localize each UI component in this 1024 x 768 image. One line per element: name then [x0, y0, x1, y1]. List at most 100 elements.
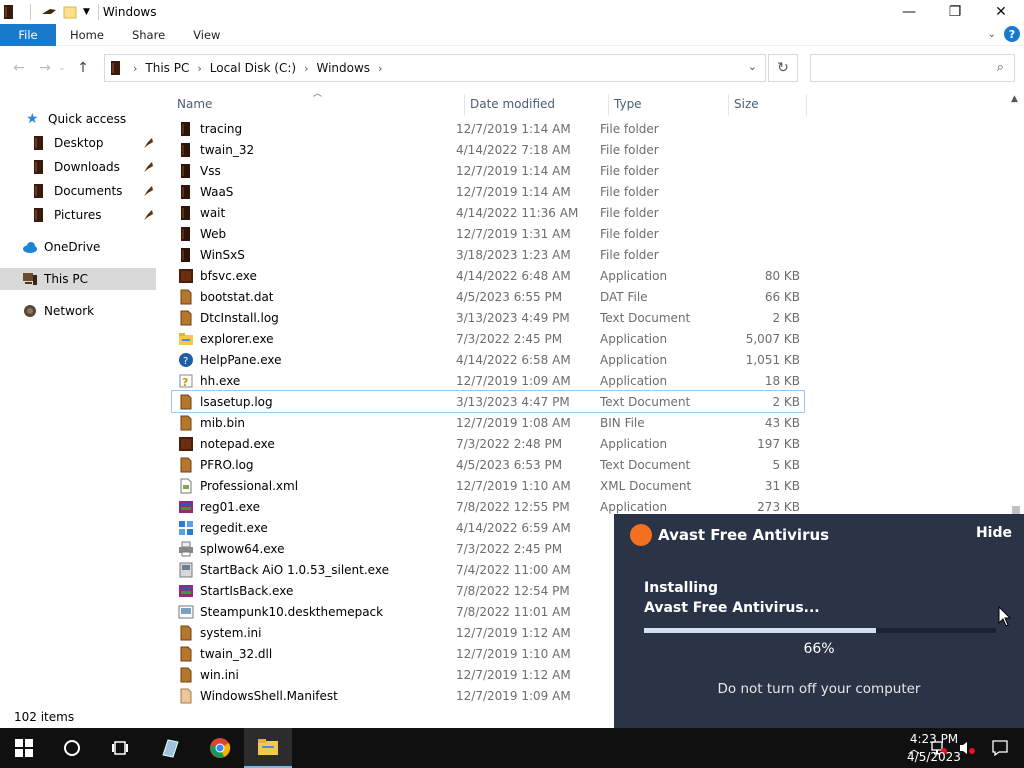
table-row[interactable]: Professional.xml 12/7/2019 1:10 AM XML Doc… [172, 475, 804, 496]
table-row[interactable]: bootstat.dat 4/5/2023 6:55 PM DAT File 66 K… [172, 286, 804, 307]
file-date: 12/7/2019 1:09 AM [456, 688, 571, 703]
file-size: 273 KB [757, 499, 800, 514]
table-row[interactable]: tracing 12/7/2019 1:14 AM File folder [172, 118, 804, 139]
refresh-button[interactable]: ↻ [768, 54, 798, 82]
breadcrumb-this-pc[interactable]: This PC [145, 61, 189, 75]
column-header-type[interactable]: Type [614, 92, 642, 116]
breadcrumb-windows[interactable]: Windows [316, 61, 370, 75]
expand-ribbon-icon[interactable]: ⌄ [988, 29, 996, 40]
table-row[interactable]: ? hh.exe 12/7/2019 1:09 AM Application 18 KB [172, 370, 804, 391]
search-input[interactable]: ⌕ [810, 54, 1015, 82]
table-row[interactable]: explorer.exe 7/3/2022 2:45 PM Application 5… [172, 328, 804, 349]
hide-button[interactable]: Hide [976, 525, 1012, 541]
table-row[interactable]: PFRO.log 4/5/2023 6:53 PM Text Document 5 K… [172, 454, 804, 475]
cloud-icon [23, 242, 37, 253]
file-type: Text Document [600, 457, 691, 472]
file-date: 7/3/2022 2:48 PM [456, 436, 563, 451]
xml-icon [178, 478, 194, 494]
maximize-button[interactable]: ❐ [932, 0, 978, 24]
file-type: Application [600, 436, 668, 451]
folder-icon [178, 163, 194, 179]
column-divider[interactable] [728, 94, 729, 116]
nav-item-pictures[interactable]: Pictures [0, 204, 156, 226]
table-row[interactable]: DtcInstall.log 3/13/2023 4:49 PM Text Docu… [172, 307, 804, 328]
column-divider[interactable] [464, 94, 465, 116]
column-header-date[interactable]: Date modified [470, 92, 555, 116]
minimize-button[interactable]: — [886, 0, 932, 24]
nav-item-onedrive[interactable]: OneDrive [0, 236, 156, 258]
scrollbar-thumb[interactable] [1012, 506, 1020, 514]
column-divider[interactable] [608, 94, 609, 116]
properties-icon[interactable] [41, 6, 57, 18]
back-button[interactable]: ← [8, 57, 30, 79]
task-view-button[interactable] [96, 728, 144, 768]
column-divider[interactable] [806, 94, 807, 116]
column-header-size[interactable]: Size [734, 92, 759, 116]
taskbar-app-chrome[interactable] [196, 728, 244, 768]
avast-install-popup: Avast Free Antivirus Hide Installing Ava… [614, 514, 1024, 728]
search-button[interactable] [48, 728, 96, 768]
folder-icon [178, 142, 194, 158]
chevron-down-icon[interactable]: ⌄ [748, 60, 757, 73]
table-row[interactable]: lsasetup.log 3/13/2023 4:47 PM Text Docume… [171, 390, 805, 413]
close-button[interactable]: ✕ [978, 0, 1024, 24]
action-center-button[interactable] [976, 728, 1024, 768]
taskbar-app-file-explorer[interactable] [244, 728, 292, 768]
file-type: File folder [600, 184, 659, 199]
table-row[interactable]: notepad.exe 7/3/2022 2:48 PM Application 19… [172, 433, 804, 454]
table-row[interactable]: mib.bin 12/7/2019 1:08 AM BIN File 43 KB [172, 412, 804, 433]
nav-item-quick-access[interactable]: ★ Quick access [0, 108, 156, 130]
archive-icon [178, 499, 194, 515]
file-date: 12/7/2019 1:14 AM [456, 121, 571, 136]
file-date: 12/7/2019 1:12 AM [456, 625, 571, 640]
file-type: File folder [600, 226, 659, 241]
nav-item-downloads[interactable]: Downloads [0, 156, 156, 178]
chevron-right-icon[interactable]: › [304, 62, 308, 75]
help-icon[interactable]: ? [1004, 26, 1020, 42]
tab-view[interactable]: View [179, 24, 234, 46]
table-row[interactable]: WaaS 12/7/2019 1:14 AM File folder [172, 181, 804, 202]
chevron-right-icon[interactable]: › [197, 62, 201, 75]
file-name: Vss [200, 163, 221, 178]
nav-item-documents[interactable]: Documents [0, 180, 156, 202]
start-button[interactable] [0, 728, 48, 768]
customize-qa-dropdown-icon[interactable]: ▼ [83, 7, 90, 17]
tab-share[interactable]: Share [118, 24, 179, 46]
folder-icon [111, 61, 120, 75]
table-row[interactable]: bfsvc.exe 4/14/2022 6:48 AM Application 80 … [172, 265, 804, 286]
address-bar[interactable]: › This PC › Local Disk (C:) › Windows › … [104, 54, 766, 82]
table-row[interactable]: Vss 12/7/2019 1:14 AM File folder [172, 160, 804, 181]
breadcrumb-local-disk[interactable]: Local Disk (C:) [210, 61, 296, 75]
tab-home[interactable]: Home [56, 24, 118, 46]
table-row[interactable]: wait 4/14/2022 11:36 AM File folder [172, 202, 804, 223]
forward-button[interactable]: → [34, 57, 56, 79]
up-button[interactable]: ↑ [72, 57, 94, 79]
recent-locations-icon[interactable]: ⌄ [56, 57, 68, 79]
table-row[interactable]: ? HelpPane.exe 4/14/2022 6:58 AM Applicatio… [172, 349, 804, 370]
taskbar-clock[interactable]: 4:23 PM 4/5/2023 [886, 730, 982, 766]
tab-file[interactable]: File [0, 23, 56, 46]
install-status-line1: Installing [644, 580, 719, 596]
table-row[interactable]: WinSxS 3/18/2023 1:23 AM File folder [172, 244, 804, 265]
table-row[interactable]: Web 12/7/2019 1:31 AM File folder [172, 223, 804, 244]
chevron-right-icon[interactable]: › [378, 62, 382, 75]
new-folder-icon[interactable] [63, 5, 77, 19]
nav-item-label: This PC [44, 272, 88, 286]
chevron-right-icon[interactable]: › [133, 62, 137, 75]
search-icon: ⌕ [996, 60, 1004, 75]
file-size: 31 KB [764, 478, 800, 493]
nav-item-network[interactable]: Network [0, 300, 156, 322]
nav-item-label: Desktop [54, 136, 104, 150]
app-icon [178, 436, 194, 452]
table-row[interactable]: twain_32 4/14/2022 7:18 AM File folder [172, 139, 804, 160]
folder-icon [178, 226, 194, 242]
column-header-name[interactable]: Name [177, 92, 212, 116]
file-date: 12/7/2019 1:12 AM [456, 667, 571, 682]
file-size: 1,051 KB [745, 352, 800, 367]
taskbar-app-notes[interactable] [146, 728, 194, 768]
scroll-up-icon[interactable]: ▲ [1011, 94, 1018, 104]
nav-item-this-pc[interactable]: This PC [0, 268, 156, 290]
nav-item-desktop[interactable]: Desktop [0, 132, 156, 154]
vertical-scrollbar[interactable]: ▲ [1008, 92, 1024, 514]
file-name: WaaS [200, 184, 234, 199]
